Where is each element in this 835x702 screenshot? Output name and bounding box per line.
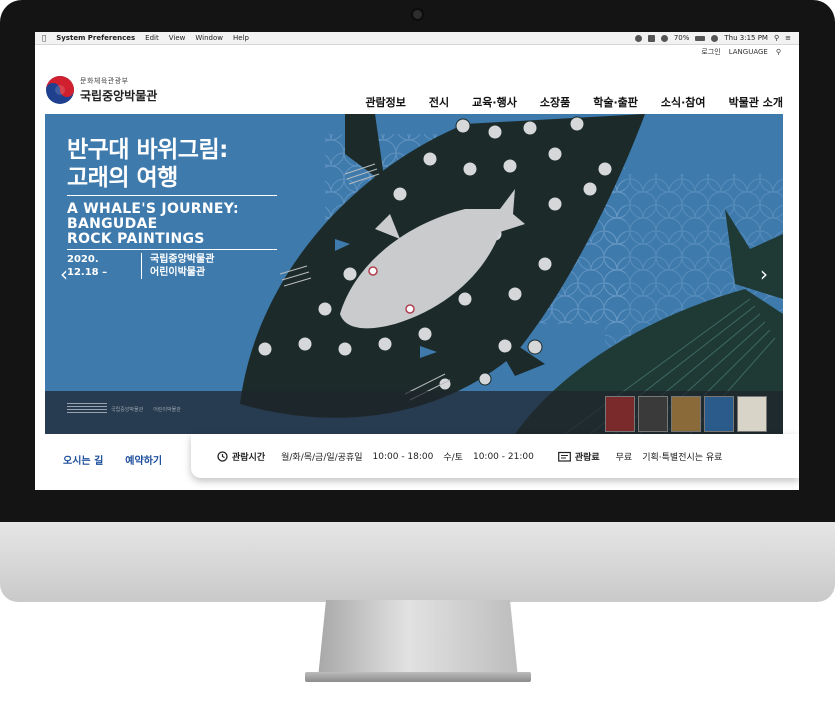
nav-exhibitions[interactable]: 전시 — [429, 94, 449, 110]
fee-note: 기획·특별전시는 유료 — [642, 453, 723, 463]
imac-stand — [318, 600, 518, 678]
imac-chin — [0, 522, 835, 602]
hero-banner[interactable]: 반구대 바위그림: 고래의 여행 A WHALE'S JOURNEY: BANG… — [45, 114, 783, 434]
nav-research-publications[interactable]: 학술·출판 — [593, 94, 638, 110]
hero-divider-bottom — [67, 249, 277, 250]
hours-time-extended: 10:00 - 21:00 — [472, 451, 534, 462]
ministry-label: 문화체육관광부 — [80, 77, 129, 85]
status-icon[interactable] — [634, 34, 642, 42]
mac-menubar:  System Preferences Edit View Window He… — [35, 32, 799, 45]
hero-venue: 국립중앙박물관 어린이박물관 — [141, 253, 214, 279]
fee-label: 관람료 — [574, 453, 600, 463]
nav-visit-info[interactable]: 관람정보 — [365, 94, 405, 110]
volume-icon[interactable] — [711, 34, 719, 42]
menubar-clock[interactable]: Thu 3:15 PM — [724, 32, 768, 44]
hours-time-regular: 10:00 - 18:00 — [372, 451, 434, 462]
wifi-icon[interactable] — [660, 34, 668, 42]
strip-logo-museum: 국립중앙박물관 — [67, 403, 143, 415]
clock-icon — [217, 451, 228, 462]
reservation-link[interactable]: 예약하기 — [125, 452, 162, 467]
slide-thumbnail[interactable] — [605, 396, 635, 432]
dropbox-icon[interactable] — [647, 34, 655, 42]
strip-logo-children: 어린이박물관 — [153, 406, 181, 413]
hero-next-arrow-icon[interactable]: › — [760, 264, 768, 284]
slide-thumbnail[interactable] — [638, 396, 668, 432]
hours-label: 관람시간 — [232, 453, 266, 463]
utility-links: 로그인 LANGUAGE ⚲ — [701, 47, 781, 57]
slide-thumbnail[interactable] — [737, 396, 767, 432]
hours-days-extended: 수/토 — [443, 453, 463, 463]
directions-link[interactable]: 오시는 길 — [63, 452, 103, 467]
hours-days-regular: 월/화/목/금/일/공휴일 — [281, 453, 363, 463]
hero-prev-arrow-icon[interactable]: ‹ — [60, 264, 68, 284]
battery-icon[interactable] — [695, 35, 706, 41]
quick-links: 오시는 길 예약하기 — [63, 452, 162, 467]
menu-app-name[interactable]: System Preferences — [56, 32, 135, 44]
visit-info-card: 관람시간 월/화/목/금/일/공휴일 10:00 - 18:00 수/토 10:… — [191, 434, 799, 478]
museum-stripes-icon — [67, 403, 107, 415]
login-link[interactable]: 로그인 — [701, 47, 720, 57]
nav-news-participation[interactable]: 소식·참여 — [661, 94, 706, 110]
slide-thumbnail[interactable] — [704, 396, 734, 432]
imac-stand-base — [305, 672, 531, 682]
language-link[interactable]: LANGUAGE — [729, 48, 768, 56]
site-logo[interactable]: 문화체육관광부 국립중앙박물관 — [45, 75, 157, 105]
nav-about[interactable]: 박물관 소개 — [729, 94, 783, 110]
hero-title-en: A WHALE'S JOURNEY: BANGUDAE ROCK PAINTIN… — [67, 201, 239, 247]
browser-screen:  System Preferences Edit View Window He… — [35, 32, 799, 490]
menu-help[interactable]: Help — [233, 32, 249, 44]
hero-thumbnail-strip: 국립중앙박물관 어린이박물관 — [45, 391, 783, 434]
nav-collections[interactable]: 소장품 — [540, 94, 570, 110]
hero-title-ko: 반구대 바위그림: 고래의 여행 — [67, 137, 228, 191]
hero-divider-top — [67, 195, 277, 196]
hero-date: 2020. 12.18 – — [67, 254, 108, 278]
camera-icon — [413, 10, 422, 19]
menu-edit[interactable]: Edit — [145, 32, 159, 44]
battery-percent[interactable]: 70% — [674, 32, 690, 44]
notification-icon[interactable]: ≡ — [785, 32, 791, 44]
menu-window[interactable]: Window — [195, 32, 223, 44]
spotlight-icon[interactable]: ⚲ — [774, 32, 779, 44]
nav-education-events[interactable]: 교육·행사 — [472, 94, 517, 110]
slide-thumbnail[interactable] — [671, 396, 701, 432]
ticket-icon — [557, 451, 571, 462]
apple-icon[interactable]:  — [42, 32, 46, 44]
fee-free: 무료 — [615, 453, 633, 463]
menu-view[interactable]: View — [169, 32, 186, 44]
main-nav: 관람정보 전시 교육·행사 소장품 학술·출판 소식·참여 박물관 소개 — [365, 94, 783, 110]
search-icon[interactable]: ⚲ — [776, 48, 781, 56]
taegeuk-logo-icon — [46, 76, 74, 104]
site-name: 국립중앙박물관 — [80, 89, 158, 103]
